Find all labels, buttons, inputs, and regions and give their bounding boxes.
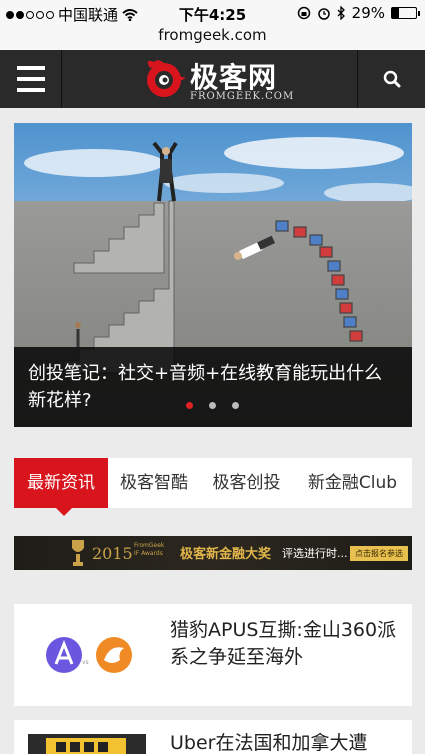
banner-title: 极客新金融大奖 (180, 547, 272, 562)
search-icon (383, 70, 400, 88)
article-title: 猎豹APUS互撕:金山360派系之争延至海外 (170, 619, 397, 668)
awards-banner[interactable]: 2015 FromGeek IF Awards 极客新金融大奖 评选进行时...… (14, 536, 412, 570)
carousel-indicator (186, 402, 239, 409)
hero-carousel[interactable]: 创投笔记：社交+音频+在线教育能玩出什么新花样? (14, 123, 412, 427)
status-right: 29% (297, 4, 420, 22)
logo-text-en: FROMGEEK.COM (190, 91, 295, 102)
carousel-dot[interactable] (232, 402, 239, 409)
logo-bird-icon (147, 60, 186, 97)
tab-geek-think[interactable]: 极客智酷 (108, 458, 200, 508)
article-card[interactable]: Uber在法国和加拿大遭 (14, 720, 412, 754)
url-bar[interactable]: fromgeek.com (0, 26, 425, 50)
bluetooth-icon (337, 6, 345, 20)
alarm-icon (317, 8, 330, 20)
banner-subtitle: 评选进行时... (282, 547, 348, 560)
banner-small-line: IF Awards (134, 550, 163, 557)
hero-caption[interactable]: 创投笔记：社交+音频+在线教育能玩出什么新花样? (14, 347, 412, 427)
site-logo[interactable]: 极客网 FROMGEEK.COM (140, 54, 293, 104)
carousel-dot[interactable] (186, 402, 193, 409)
search-button[interactable] (357, 50, 425, 108)
article-thumbnail (28, 734, 146, 754)
tab-label: 极客智酷 (120, 473, 188, 493)
logo-text-cn: 极客网 (190, 61, 278, 94)
tab-new-finance-club[interactable]: 新金融Club (293, 458, 412, 508)
carousel-dot[interactable] (209, 402, 216, 409)
tab-label: 新金融Club (307, 473, 398, 493)
tab-geek-venture[interactable]: 极客创投 (200, 458, 293, 508)
tab-label: 极客创投 (212, 473, 281, 493)
site-header: 极客网 FROMGEEK.COM (0, 50, 425, 108)
trophy-icon (72, 540, 84, 566)
banner-small-text: FromGeek IF Awards (134, 542, 164, 558)
tab-label: 最新资讯 (27, 473, 95, 493)
rotation-lock-icon (297, 6, 310, 20)
battery-icon (391, 7, 420, 19)
tab-latest-news[interactable]: 最新资讯 (14, 458, 108, 516)
svg-text:vs: vs (82, 659, 89, 666)
url-text: fromgeek.com (158, 26, 267, 44)
banner-year: 2015 (92, 544, 133, 563)
article-card[interactable]: vs 猎豹APUS互撕:金山360派系之争延至海外 (14, 604, 412, 706)
menu-button[interactable] (0, 50, 62, 108)
category-tabs: 最新资讯 极客智酷 极客创投 新金融Club (14, 458, 412, 516)
article-thumbnail: vs (34, 620, 134, 690)
banner-small-line: FromGeek (134, 542, 165, 549)
status-bar: 中国联通 下午4:25 29% (0, 0, 425, 26)
hamburger-icon (16, 66, 45, 70)
battery-percent: 29% (351, 4, 385, 22)
banner-signup-button[interactable]: 点击报名参选 (350, 546, 408, 561)
article-title: Uber在法国和加拿大遭 (170, 732, 368, 754)
